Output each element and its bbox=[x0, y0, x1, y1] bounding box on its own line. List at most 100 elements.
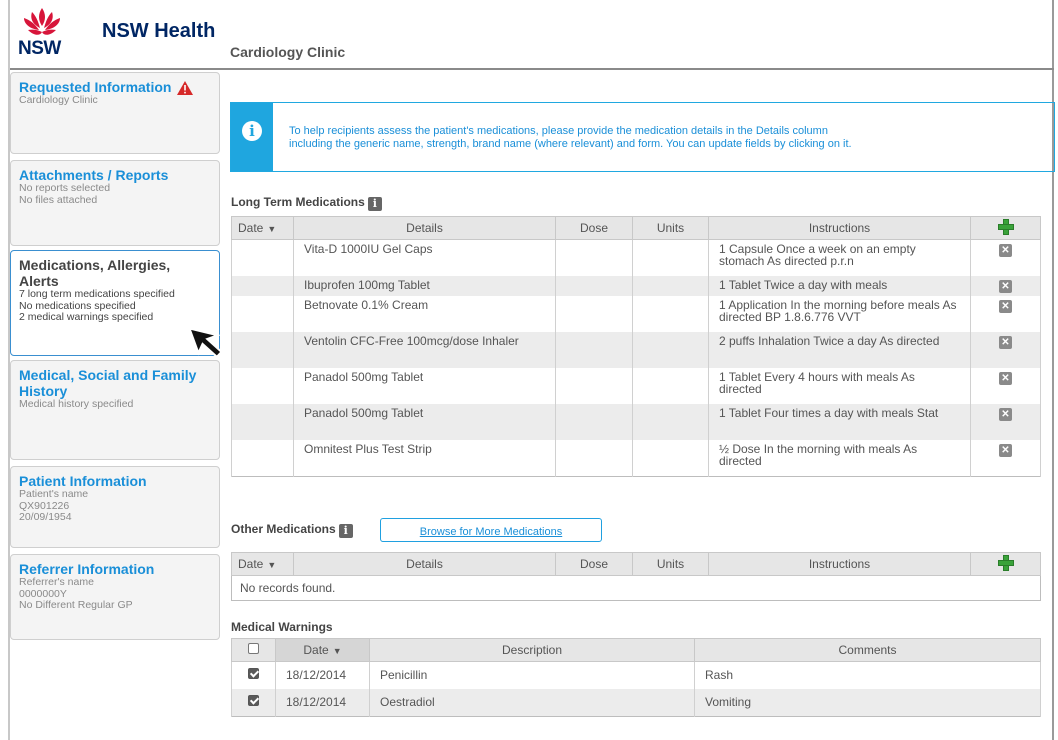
row-checkbox[interactable] bbox=[248, 695, 259, 706]
sidebar-item-title: Requested Information bbox=[19, 79, 172, 95]
delete-icon[interactable]: ✕ bbox=[999, 244, 1012, 257]
browse-medications-button[interactable]: Browse for More Medications bbox=[380, 518, 602, 542]
sidebar-item-subtext: No Different Regular GP bbox=[19, 599, 133, 611]
dose-cell[interactable] bbox=[555, 440, 633, 477]
info-icon: i bbox=[242, 121, 262, 141]
table-row[interactable]: Betnovate 0.1% Cream 1 Application In the… bbox=[231, 296, 1041, 332]
sidebar-item-referrer-information[interactable]: Referrer Information Referrer's name 000… bbox=[10, 554, 220, 640]
table-row[interactable]: 18/12/2014 Penicillin Rash bbox=[231, 661, 1041, 689]
instructions-cell[interactable]: 1 Tablet Every 4 hours with meals As dir… bbox=[708, 368, 971, 404]
instructions-cell[interactable]: ½ Dose In the morning with meals As dire… bbox=[708, 440, 971, 477]
description-cell[interactable]: Oestradiol bbox=[369, 689, 695, 717]
sidebar-item-subtext: 2 medical warnings specified bbox=[19, 311, 154, 323]
instructions-column-header: Instructions bbox=[708, 216, 971, 240]
nsw-logo: NSW bbox=[18, 6, 66, 62]
table-row[interactable]: Vita-D 1000IU Gel Caps 1 Capsule Once a w… bbox=[231, 239, 1041, 276]
sort-desc-icon: ▼ bbox=[267, 560, 277, 570]
delete-icon[interactable]: ✕ bbox=[999, 336, 1012, 349]
sort-desc-icon: ▼ bbox=[332, 646, 342, 656]
dose-cell[interactable] bbox=[555, 332, 633, 368]
delete-icon[interactable]: ✕ bbox=[999, 300, 1012, 313]
dose-cell[interactable] bbox=[555, 368, 633, 404]
date-cell bbox=[231, 368, 294, 404]
date-cell bbox=[231, 404, 294, 440]
units-cell[interactable] bbox=[632, 239, 709, 276]
select-all-checkbox[interactable] bbox=[248, 643, 259, 654]
row-checkbox[interactable] bbox=[248, 668, 259, 679]
date-column-header[interactable]: Date ▼ bbox=[231, 216, 294, 240]
sidebar-item-history[interactable]: Medical, Social and Family History Medic… bbox=[10, 360, 220, 460]
sidebar-item-subtext: 7 long term medications specified bbox=[19, 288, 175, 300]
sidebar-item-medications[interactable]: Medications, Allergies, Alerts 7 long te… bbox=[10, 250, 220, 356]
description-column-header: Description bbox=[369, 638, 695, 662]
warning-icon bbox=[177, 81, 194, 96]
info-square-icon[interactable]: i bbox=[367, 197, 382, 211]
date-cell bbox=[231, 276, 294, 296]
waratah-icon bbox=[24, 8, 60, 35]
dose-column-header: Dose bbox=[555, 552, 633, 576]
dose-cell[interactable] bbox=[555, 404, 633, 440]
units-cell[interactable] bbox=[632, 276, 709, 296]
table-row[interactable]: Ibuprofen 100mg Tablet 1 Tablet Twice a d… bbox=[231, 276, 1041, 296]
units-cell[interactable] bbox=[632, 332, 709, 368]
date-cell bbox=[231, 296, 294, 332]
comments-cell[interactable]: Vomiting bbox=[694, 689, 1041, 717]
nsw-logo-text: NSW bbox=[18, 38, 61, 59]
details-cell[interactable]: Omnitest Plus Test Strip bbox=[293, 440, 556, 477]
delete-icon[interactable]: ✕ bbox=[999, 280, 1012, 293]
comments-cell[interactable]: Rash bbox=[694, 661, 1041, 689]
instructions-cell[interactable]: 1 Tablet Four times a day with meals Sta… bbox=[708, 404, 971, 440]
date-cell[interactable]: 18/12/2014 bbox=[275, 689, 370, 717]
details-cell[interactable]: Ibuprofen 100mg Tablet bbox=[293, 276, 556, 296]
date-column-header[interactable]: Date ▼ bbox=[275, 638, 370, 662]
details-cell[interactable]: Ventolin CFC-Free 100mcg/dose Inhaler bbox=[293, 332, 556, 368]
date-cell[interactable]: 18/12/2014 bbox=[275, 661, 370, 689]
description-cell[interactable]: Penicillin bbox=[369, 661, 695, 689]
units-cell[interactable] bbox=[632, 404, 709, 440]
add-icon[interactable] bbox=[997, 218, 1014, 235]
long-term-medications-table: Date ▼ Details Dose Units Instructions Vi… bbox=[231, 216, 1041, 477]
add-icon[interactable] bbox=[997, 554, 1014, 571]
clinic-title: Cardiology Clinic bbox=[230, 44, 346, 60]
instructions-cell[interactable]: 1 Tablet Twice a day with meals bbox=[708, 276, 971, 296]
medical-warnings-body: 18/12/2014 Penicillin Rash 18/12/2014 Oestra… bbox=[231, 661, 1041, 717]
sidebar-item-subtext: 20/09/1954 bbox=[19, 511, 72, 523]
units-column-header: Units bbox=[632, 216, 709, 240]
delete-icon[interactable]: ✕ bbox=[999, 372, 1012, 385]
sidebar-item-attachments[interactable]: Attachments / Reports No reports selecte… bbox=[10, 160, 220, 246]
details-cell[interactable]: Panadol 500mg Tablet bbox=[293, 368, 556, 404]
details-cell[interactable]: Vita-D 1000IU Gel Caps bbox=[293, 239, 556, 276]
sidebar-item-subtext: Referrer's name bbox=[19, 576, 94, 588]
sidebar-item-title: Medical, Social and Family History bbox=[19, 367, 197, 399]
instructions-cell[interactable]: 1 Capsule Once a week on an empty stomac… bbox=[708, 239, 971, 276]
units-cell[interactable] bbox=[632, 440, 709, 477]
delete-icon[interactable]: ✕ bbox=[999, 408, 1012, 421]
units-cell[interactable] bbox=[632, 296, 709, 332]
units-cell[interactable] bbox=[632, 368, 709, 404]
instructions-cell[interactable]: 1 Application In the morning before meal… bbox=[708, 296, 971, 332]
sidebar-item-requested-information[interactable]: Requested Information Cardiology Clinic bbox=[10, 72, 220, 154]
table-row[interactable]: Ventolin CFC-Free 100mcg/dose Inhaler 2 p… bbox=[231, 332, 1041, 368]
details-cell[interactable]: Betnovate 0.1% Cream bbox=[293, 296, 556, 332]
table-row[interactable]: 18/12/2014 Oestradiol Vomiting bbox=[231, 689, 1041, 717]
table-row[interactable]: Panadol 500mg Tablet 1 Tablet Four times … bbox=[231, 404, 1041, 440]
date-column-header[interactable]: Date ▼ bbox=[231, 552, 294, 576]
details-column-header: Details bbox=[293, 216, 556, 240]
other-medications-heading: Other Medications i bbox=[231, 522, 353, 538]
sidebar-item-title: Attachments / Reports bbox=[19, 167, 169, 183]
sidebar-item-patient-information[interactable]: Patient Information Patient's name QX901… bbox=[10, 466, 220, 548]
date-cell bbox=[231, 440, 294, 477]
table-row[interactable]: Omnitest Plus Test Strip ½ Dose In the mo… bbox=[231, 440, 1041, 477]
sort-desc-icon: ▼ bbox=[267, 224, 277, 234]
sidebar-item-subtext: No files attached bbox=[19, 193, 98, 206]
instructions-cell[interactable]: 2 puffs Inhalation Twice a day As direct… bbox=[708, 332, 971, 368]
info-text-line2: including the generic name, strength, br… bbox=[289, 137, 852, 150]
dose-cell[interactable] bbox=[555, 296, 633, 332]
dose-cell[interactable] bbox=[555, 239, 633, 276]
sidebar-item-title: Patient Information bbox=[19, 473, 147, 489]
info-square-icon[interactable]: i bbox=[338, 524, 353, 538]
dose-cell[interactable] bbox=[555, 276, 633, 296]
table-row[interactable]: Panadol 500mg Tablet 1 Tablet Every 4 hou… bbox=[231, 368, 1041, 404]
delete-icon[interactable]: ✕ bbox=[999, 444, 1012, 457]
details-cell[interactable]: Panadol 500mg Tablet bbox=[293, 404, 556, 440]
